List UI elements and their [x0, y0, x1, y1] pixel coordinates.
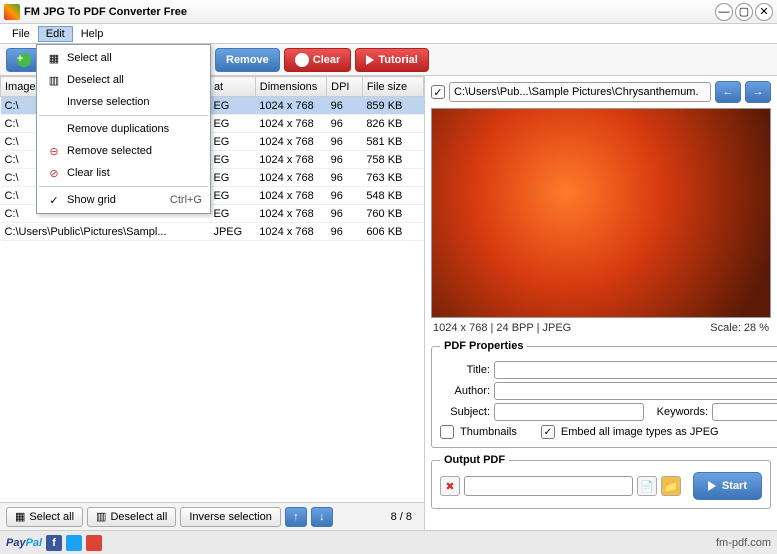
col-dpi[interactable]: DPI: [327, 77, 363, 97]
pdf-author-input[interactable]: [494, 382, 777, 400]
table-row[interactable]: C:\Users\Public\Pictures\Sampl...JPEG102…: [1, 223, 424, 241]
menu-show-grid[interactable]: ✓Show gridCtrl+G: [39, 189, 208, 211]
plus-icon: +: [17, 53, 31, 67]
col-filesize[interactable]: File size: [362, 77, 423, 97]
image-preview: [431, 108, 771, 318]
item-counter: 8 / 8: [391, 511, 418, 523]
thumbnails-checkbox[interactable]: [440, 425, 454, 439]
edit-menu: ▦Select all ▥Deselect all Inverse select…: [36, 44, 211, 214]
preview-check-icon[interactable]: ✓: [431, 85, 445, 99]
pdf-legend: PDF Properties: [440, 340, 527, 352]
facebook-icon[interactable]: f: [46, 535, 62, 551]
pdf-icon: 📄: [637, 476, 657, 496]
menu-select-all[interactable]: ▦Select all: [39, 47, 208, 69]
btn-inverse-selection[interactable]: Inverse selection: [180, 507, 281, 527]
check-icon: ✓: [45, 192, 63, 208]
window-title: FM JPG To PDF Converter Free: [24, 6, 713, 18]
googleplus-icon[interactable]: [86, 535, 102, 551]
menu-help[interactable]: Help: [73, 26, 112, 42]
output-legend: Output PDF: [440, 454, 509, 466]
list-bottom-bar: ▦Select all ▥Deselect all Inverse select…: [0, 502, 424, 530]
pdf-title-input[interactable]: [494, 361, 777, 379]
output-path-input[interactable]: [464, 476, 633, 496]
move-down-button[interactable]: ↓: [311, 507, 333, 527]
preview-path[interactable]: [449, 82, 711, 102]
minus-icon: ⊖: [45, 143, 63, 159]
website-link[interactable]: fm-pdf.com: [716, 537, 771, 549]
menu-edit[interactable]: Edit: [38, 26, 73, 42]
remove-button[interactable]: Remove: [215, 48, 280, 72]
start-button[interactable]: Start: [693, 472, 762, 500]
close-button[interactable]: ✕: [755, 3, 773, 21]
btn-select-all[interactable]: ▦Select all: [6, 507, 83, 527]
clear-icon: [295, 53, 309, 67]
maximize-button[interactable]: ▢: [735, 3, 753, 21]
deselect-all-icon: ▥: [45, 72, 63, 88]
twitter-icon[interactable]: [66, 535, 82, 551]
footer: PayPal f fm-pdf.com: [0, 530, 777, 554]
menu-file[interactable]: File: [4, 26, 38, 42]
prev-image-button[interactable]: ←: [715, 81, 741, 103]
play-icon: [708, 481, 716, 491]
menu-remove-selected[interactable]: ⊖Remove selected: [39, 140, 208, 162]
deselect-all-icon: ▥: [96, 510, 106, 523]
move-up-button[interactable]: ↑: [285, 507, 307, 527]
output-pdf: Output PDF ✖ 📄 📁 Start: [431, 454, 771, 509]
minimize-button[interactable]: —: [715, 3, 733, 21]
select-all-icon: ▦: [15, 510, 25, 523]
preview-scale: Scale: 28 %: [710, 322, 769, 334]
btn-deselect-all[interactable]: ▥Deselect all: [87, 507, 176, 527]
prohibit-icon: ⊘: [45, 165, 63, 181]
menu-inverse-selection[interactable]: Inverse selection: [39, 91, 208, 113]
titlebar: FM JPG To PDF Converter Free — ▢ ✕: [0, 0, 777, 24]
menu-remove-duplications[interactable]: Remove duplications: [39, 118, 208, 140]
play-icon: [366, 55, 374, 65]
menubar: File Edit Help: [0, 24, 777, 44]
col-dimensions[interactable]: Dimensions: [255, 77, 326, 97]
clear-path-button[interactable]: ✖: [440, 476, 460, 496]
select-all-icon: ▦: [45, 50, 63, 66]
app-icon: [4, 4, 20, 20]
next-image-button[interactable]: →: [745, 81, 771, 103]
menu-deselect-all[interactable]: ▥Deselect all: [39, 69, 208, 91]
right-panel: ✓ ← → 1024 x 768 | 24 BPP | JPEG Scale: …: [425, 76, 777, 530]
pdf-properties: PDF Properties Title: Author: Subject: K…: [431, 340, 777, 448]
tutorial-button[interactable]: Tutorial: [355, 48, 429, 72]
menu-clear-list[interactable]: ⊘Clear list: [39, 162, 208, 184]
embed-jpeg-checkbox[interactable]: [541, 425, 555, 439]
col-format[interactable]: at: [209, 77, 255, 97]
clear-button[interactable]: Clear: [284, 48, 352, 72]
preview-info: 1024 x 768 | 24 BPP | JPEG: [433, 322, 571, 334]
browse-button[interactable]: 📁: [661, 476, 681, 496]
pdf-subject-input[interactable]: [494, 403, 644, 421]
paypal-link[interactable]: PayPal: [6, 537, 42, 549]
pdf-keywords-input[interactable]: [712, 403, 777, 421]
